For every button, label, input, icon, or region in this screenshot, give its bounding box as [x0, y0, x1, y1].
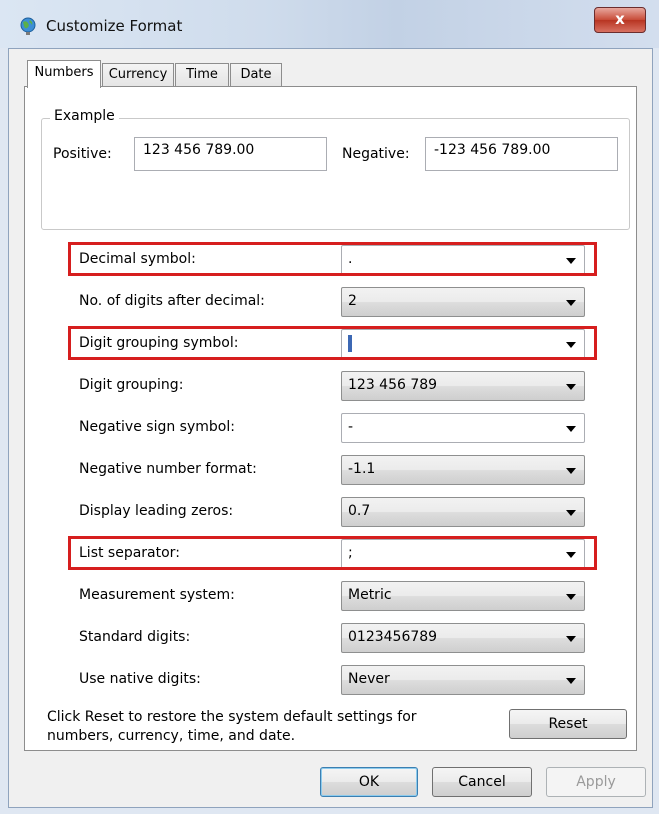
combo-value: 0123456789 [348, 629, 438, 645]
close-icon: x [615, 10, 625, 28]
chevron-down-icon[interactable] [566, 678, 576, 684]
combo-value: 0.7 [348, 503, 371, 519]
combo-value: Metric [348, 587, 392, 603]
chevron-down-icon[interactable] [566, 468, 576, 474]
combo-value: ; [348, 545, 353, 561]
digit-grouping-label: Digit grouping: [79, 377, 184, 393]
tab-time[interactable]: Time [175, 63, 229, 87]
chevron-down-icon[interactable] [566, 636, 576, 642]
example-group-label: Example [50, 108, 119, 124]
window-title: Customize Format [46, 17, 183, 35]
text-cursor [348, 335, 352, 352]
digits-after-decimal-combo[interactable]: 2 [341, 287, 585, 317]
display-leading-zeros-combo[interactable]: 0.7 [341, 497, 585, 527]
globe-icon [20, 17, 36, 35]
negative-sign-symbol-label: Negative sign symbol: [79, 419, 235, 435]
combo-value: 123 456 789 [348, 377, 438, 393]
standard-digits-combo[interactable]: 0123456789 [341, 623, 585, 653]
chevron-down-icon[interactable] [566, 258, 576, 264]
reset-note-line-2: numbers, currency, time, and date. [47, 728, 296, 744]
negative-sign-symbol-combo[interactable]: - [341, 413, 585, 443]
digit-grouping-symbol-combo[interactable] [341, 329, 585, 359]
chevron-down-icon[interactable] [566, 426, 576, 432]
combo-value: -1.1 [348, 461, 376, 477]
digits-after-decimal-label: No. of digits after decimal: [79, 293, 265, 309]
chevron-down-icon[interactable] [566, 300, 576, 306]
negative-example-field: -123 456 789.00 [425, 137, 618, 171]
combo-value: . [348, 251, 353, 267]
decimal-symbol-combo[interactable]: . [341, 245, 585, 275]
reset-button[interactable]: Reset [509, 709, 627, 739]
use-native-digits-combo[interactable]: Never [341, 665, 585, 695]
digit-grouping-symbol-label: Digit grouping symbol: [79, 335, 239, 351]
measurement-system-combo[interactable]: Metric [341, 581, 585, 611]
use-native-digits-label: Use native digits: [79, 671, 201, 687]
title-bar[interactable]: Customize Format x [0, 0, 659, 48]
positive-label: Positive: [53, 146, 112, 162]
standard-digits-label: Standard digits: [79, 629, 191, 645]
combo-value: 2 [348, 293, 357, 309]
decimal-symbol-label: Decimal symbol: [79, 251, 196, 267]
list-separator-combo[interactable]: ; [341, 539, 585, 569]
chevron-down-icon[interactable] [566, 510, 576, 516]
cancel-button[interactable]: Cancel [432, 767, 532, 797]
negative-label: Negative: [342, 146, 410, 162]
ok-button[interactable]: OK [320, 767, 418, 797]
tab-numbers[interactable]: Numbers [27, 60, 101, 88]
reset-note: Click Reset to restore the system defaul… [47, 708, 467, 746]
tab-currency[interactable]: Currency [102, 63, 174, 87]
apply-button[interactable]: Apply [546, 767, 646, 797]
display-leading-zeros-label: Display leading zeros: [79, 503, 234, 519]
reset-note-line-1: Click Reset to restore the system defaul… [47, 709, 417, 725]
list-separator-label: List separator: [79, 545, 180, 561]
chevron-down-icon[interactable] [566, 384, 576, 390]
close-button[interactable]: x [594, 7, 646, 33]
negative-number-format-label: Negative number format: [79, 461, 257, 477]
combo-value: Never [348, 671, 390, 687]
chevron-down-icon[interactable] [566, 594, 576, 600]
negative-number-format-combo[interactable]: -1.1 [341, 455, 585, 485]
positive-example-field: 123 456 789.00 [134, 137, 327, 171]
digit-grouping-combo[interactable]: 123 456 789 [341, 371, 585, 401]
customize-format-window: Customize Format x Numbers Currency Time… [0, 0, 659, 814]
chevron-down-icon[interactable] [566, 342, 576, 348]
measurement-system-label: Measurement system: [79, 587, 235, 603]
combo-value: - [348, 419, 354, 435]
example-group [41, 118, 630, 230]
chevron-down-icon[interactable] [566, 552, 576, 558]
tab-date[interactable]: Date [230, 63, 282, 87]
